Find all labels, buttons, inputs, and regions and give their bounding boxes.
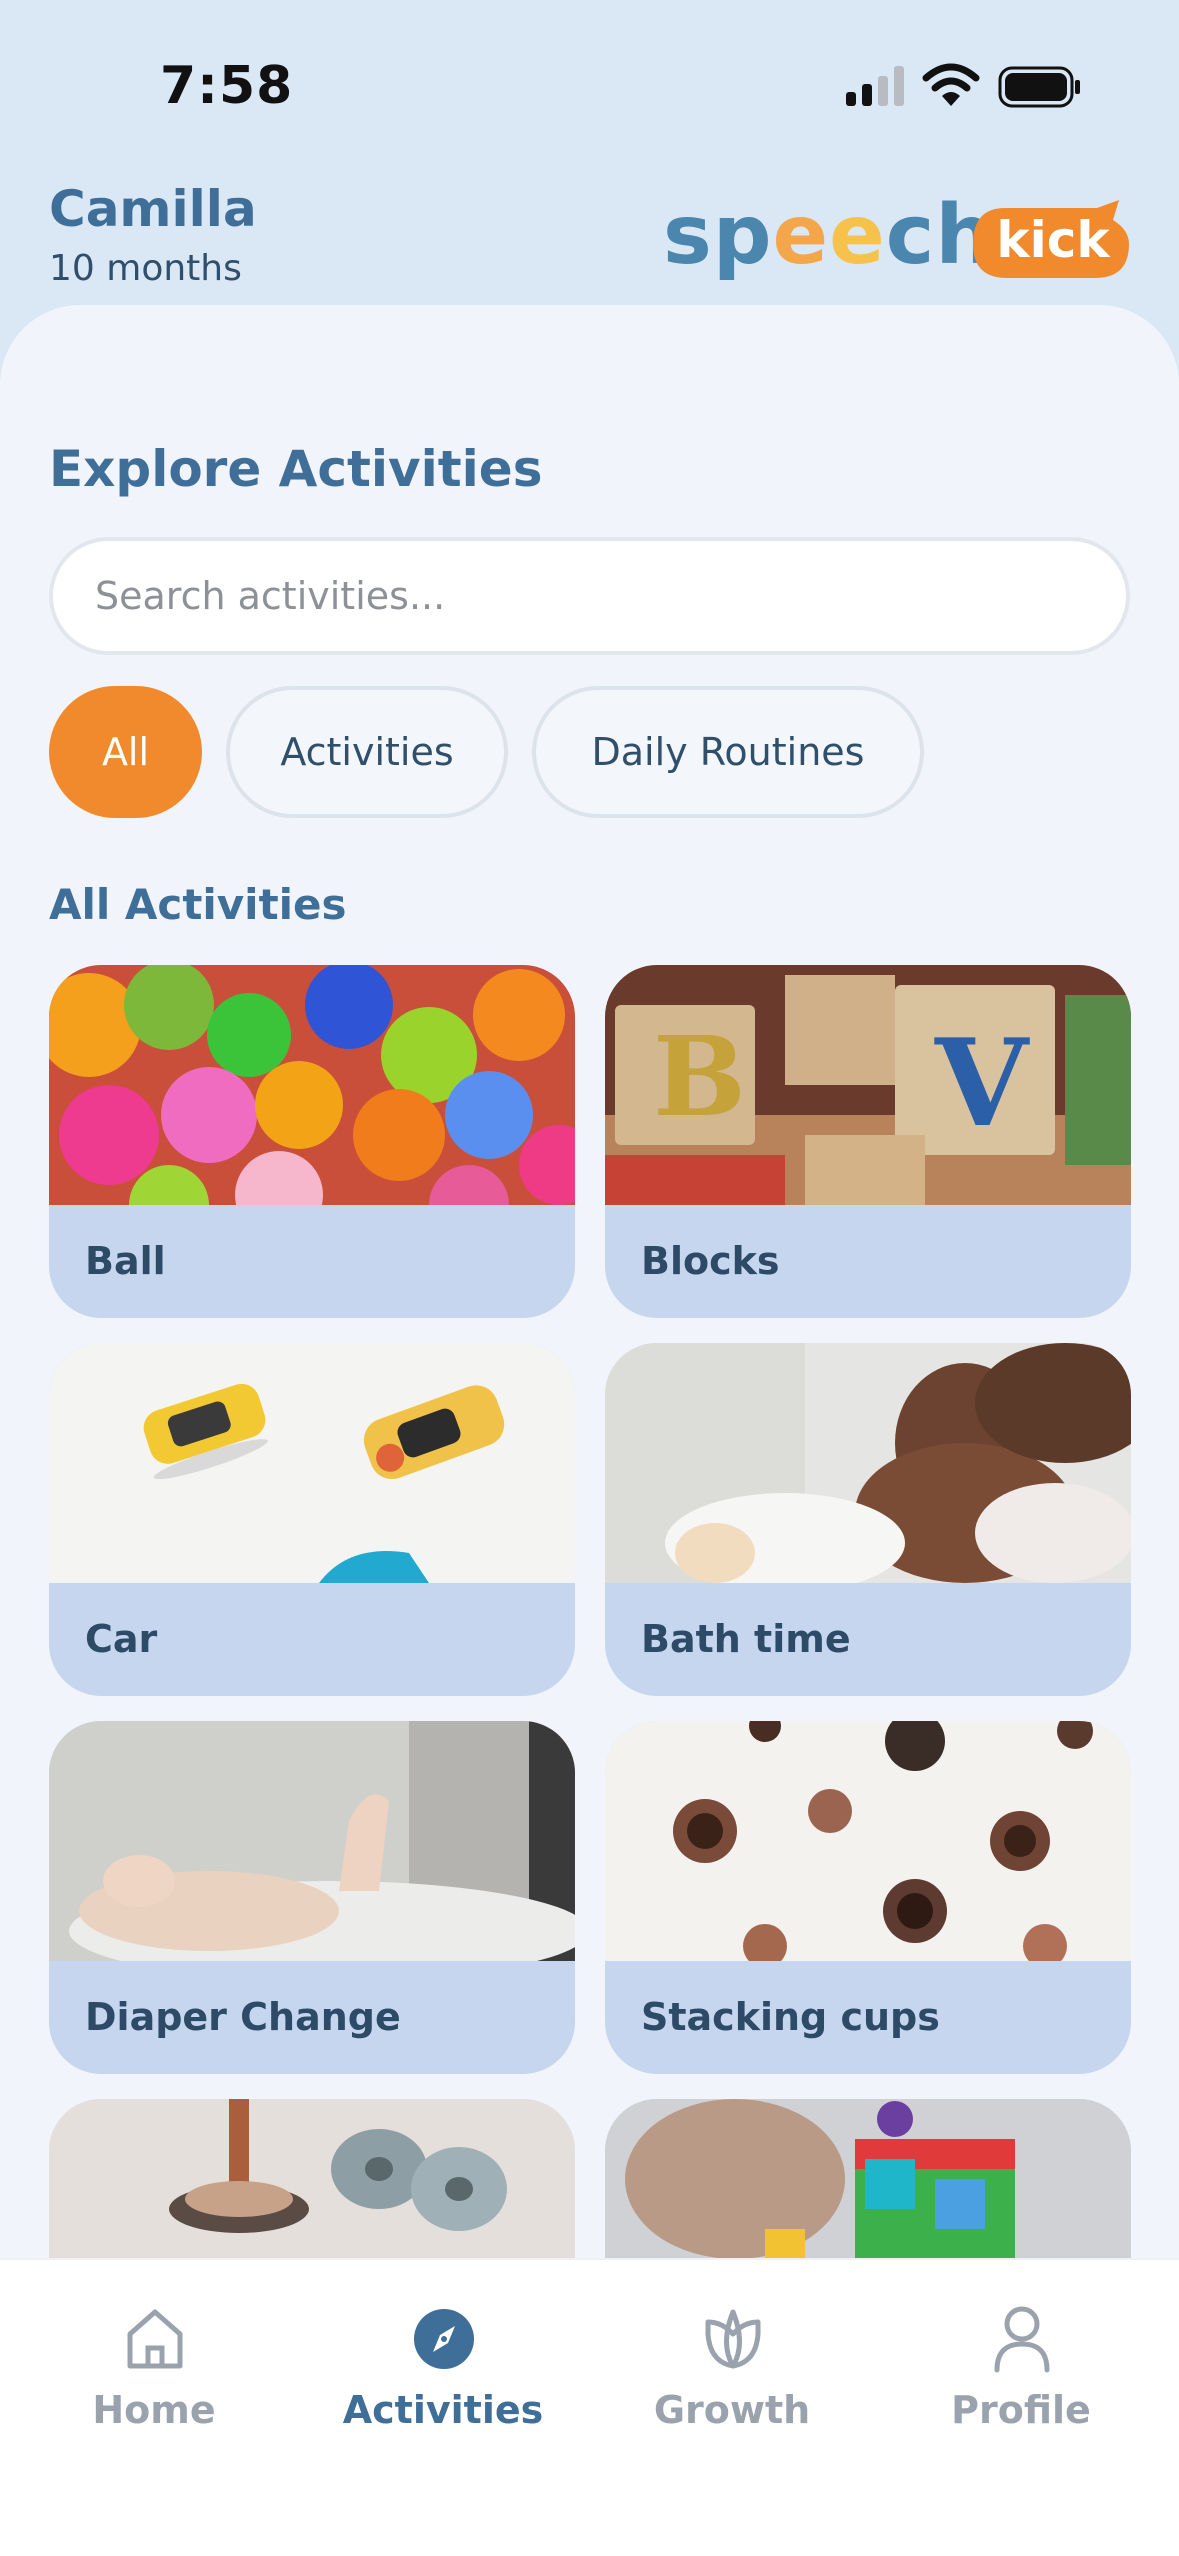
speechkick-logo: speech kick: [663, 186, 1133, 286]
ring-stacker-photo: [49, 2099, 575, 2260]
stacking-cups-photo: [605, 1721, 1131, 1961]
activity-grid: Ball B V Blocks Car Bath time Diaper Cha…: [0, 960, 1179, 2260]
baby-bath-photo: [605, 1343, 1131, 1583]
activity-card-blocks[interactable]: B V Blocks: [605, 965, 1131, 1318]
activity-label: Diaper Change: [85, 1995, 401, 2039]
tab-label: Profile: [951, 2388, 1091, 2432]
tab-home[interactable]: Home: [9, 2260, 299, 2460]
activity-card-diaper-change[interactable]: Diaper Change: [49, 1721, 575, 2074]
tab-label: Activities: [342, 2388, 544, 2432]
tab-label: Home: [92, 2388, 216, 2432]
tab-profile[interactable]: Profile: [876, 2260, 1166, 2460]
activity-card-shape-sorter[interactable]: [605, 2099, 1131, 2260]
filter-chip-activities[interactable]: Activities: [226, 686, 508, 818]
profile-icon: [994, 2306, 1050, 2373]
svg-text:V: V: [934, 1013, 1030, 1154]
status-time: 7:58: [160, 56, 294, 116]
logo-badge-text: kick: [996, 211, 1110, 269]
page-title: Explore Activities: [49, 440, 543, 498]
activity-card-ring-stacker[interactable]: [49, 2099, 575, 2260]
logo-word: speech: [663, 188, 995, 283]
section-title-all-activities: All Activities: [49, 880, 347, 929]
compass-icon: [414, 2309, 474, 2369]
filter-chip-all[interactable]: All: [49, 686, 202, 818]
search-input[interactable]: [49, 537, 1130, 655]
wifi-icon: [922, 63, 980, 106]
tab-growth[interactable]: Growth: [587, 2260, 877, 2460]
growth-icon: [705, 2309, 761, 2369]
svg-text:B: B: [653, 1012, 746, 1141]
filter-chip-daily-routines[interactable]: Daily Routines: [532, 686, 924, 818]
child-age: 10 months: [49, 248, 242, 289]
tab-activities[interactable]: Activities: [298, 2260, 588, 2460]
activity-label: Bath time: [641, 1617, 851, 1661]
battery-icon: [998, 66, 1080, 108]
toy-cars-photo: [49, 1343, 575, 1583]
baby-feet-photo: [49, 1721, 575, 1961]
activity-label: Ball: [85, 1239, 166, 1283]
home-icon: [127, 2309, 183, 2369]
activity-label: Car: [85, 1617, 158, 1661]
letter-blocks-photo: B V: [605, 965, 1131, 1205]
shape-sorter-photo: [605, 2099, 1131, 2260]
cellular-signal-icon: [846, 66, 904, 106]
activity-card-bath-time[interactable]: Bath time: [605, 1343, 1131, 1696]
bottom-tab-bar: Home Activities Growth Profile: [0, 2258, 1179, 2556]
activity-label: Stacking cups: [641, 1995, 940, 2039]
colorful-balls-photo: [49, 965, 575, 1205]
activity-label: Blocks: [641, 1239, 780, 1283]
tab-label: Growth: [653, 2388, 811, 2432]
status-bar: 7:58: [0, 0, 1179, 180]
child-name: Camilla: [49, 180, 257, 238]
activity-card-stacking-cups[interactable]: Stacking cups: [605, 1721, 1131, 2074]
activity-card-car[interactable]: Car: [49, 1343, 575, 1696]
activity-card-ball[interactable]: Ball: [49, 965, 575, 1318]
